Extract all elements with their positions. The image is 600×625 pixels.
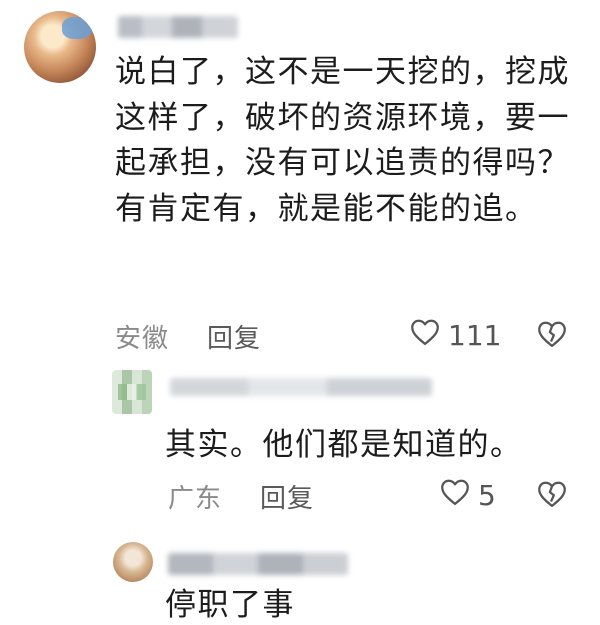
comment-text: 说白了，这不是一天挖的，挖成这样了，破坏的资源环境，要一起承担，没有可以追责的得… [115,54,570,227]
comment-text: 停职了事 [165,587,295,623]
heart-icon [410,318,440,353]
avatar[interactable] [113,542,153,582]
heart-icon [440,478,470,513]
avatar[interactable] [112,370,152,414]
username-blurred[interactable] [118,16,238,38]
like-button[interactable]: 111 [410,318,501,353]
comment-location: 广东 [168,484,223,514]
like-count: 5 [478,479,496,512]
broken-heart-icon[interactable] [537,320,567,352]
username-blurred[interactable] [170,378,432,396]
avatar[interactable] [24,11,96,83]
username-blurred[interactable] [168,553,348,575]
like-count: 111 [448,319,502,352]
like-button[interactable]: 5 [440,478,496,513]
reply-button[interactable]: 回复 [260,478,314,515]
comment-text: 其实。他们都是知道的。 [165,427,523,463]
broken-heart-icon[interactable] [537,480,567,512]
reply-button[interactable]: 回复 [207,318,261,355]
comment-location: 安徽 [115,324,170,354]
